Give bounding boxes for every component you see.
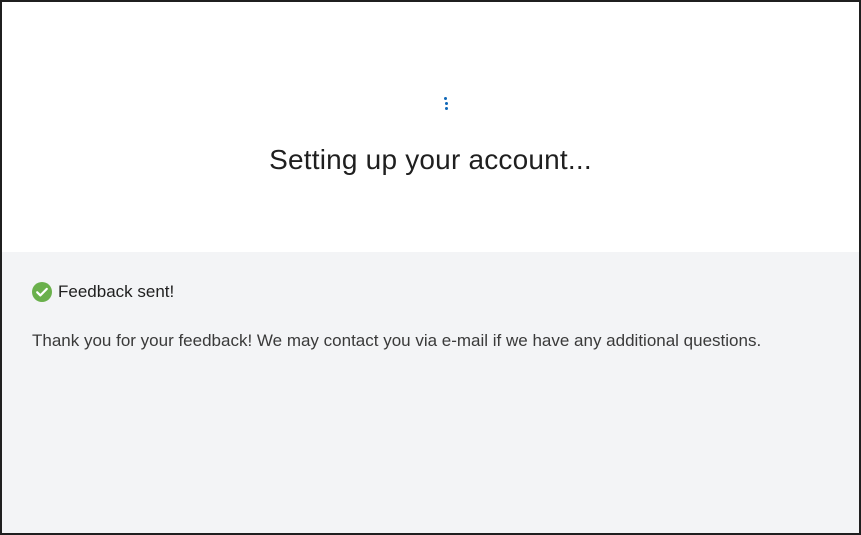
feedback-panel: Feedback sent! Thank you for your feedba… xyxy=(2,252,859,533)
check-circle-icon xyxy=(32,282,52,302)
feedback-status: Feedback sent! xyxy=(32,282,174,302)
feedback-message: Thank you for your feedback! We may cont… xyxy=(32,331,762,350)
setup-dialog: Setting up your account... Feedback sent… xyxy=(0,0,861,535)
loading-spinner-icon xyxy=(440,97,448,113)
setup-panel: Setting up your account... xyxy=(2,2,859,252)
feedback-status-text: Feedback sent! xyxy=(58,282,175,301)
page-title: Setting up your account... xyxy=(269,144,592,175)
